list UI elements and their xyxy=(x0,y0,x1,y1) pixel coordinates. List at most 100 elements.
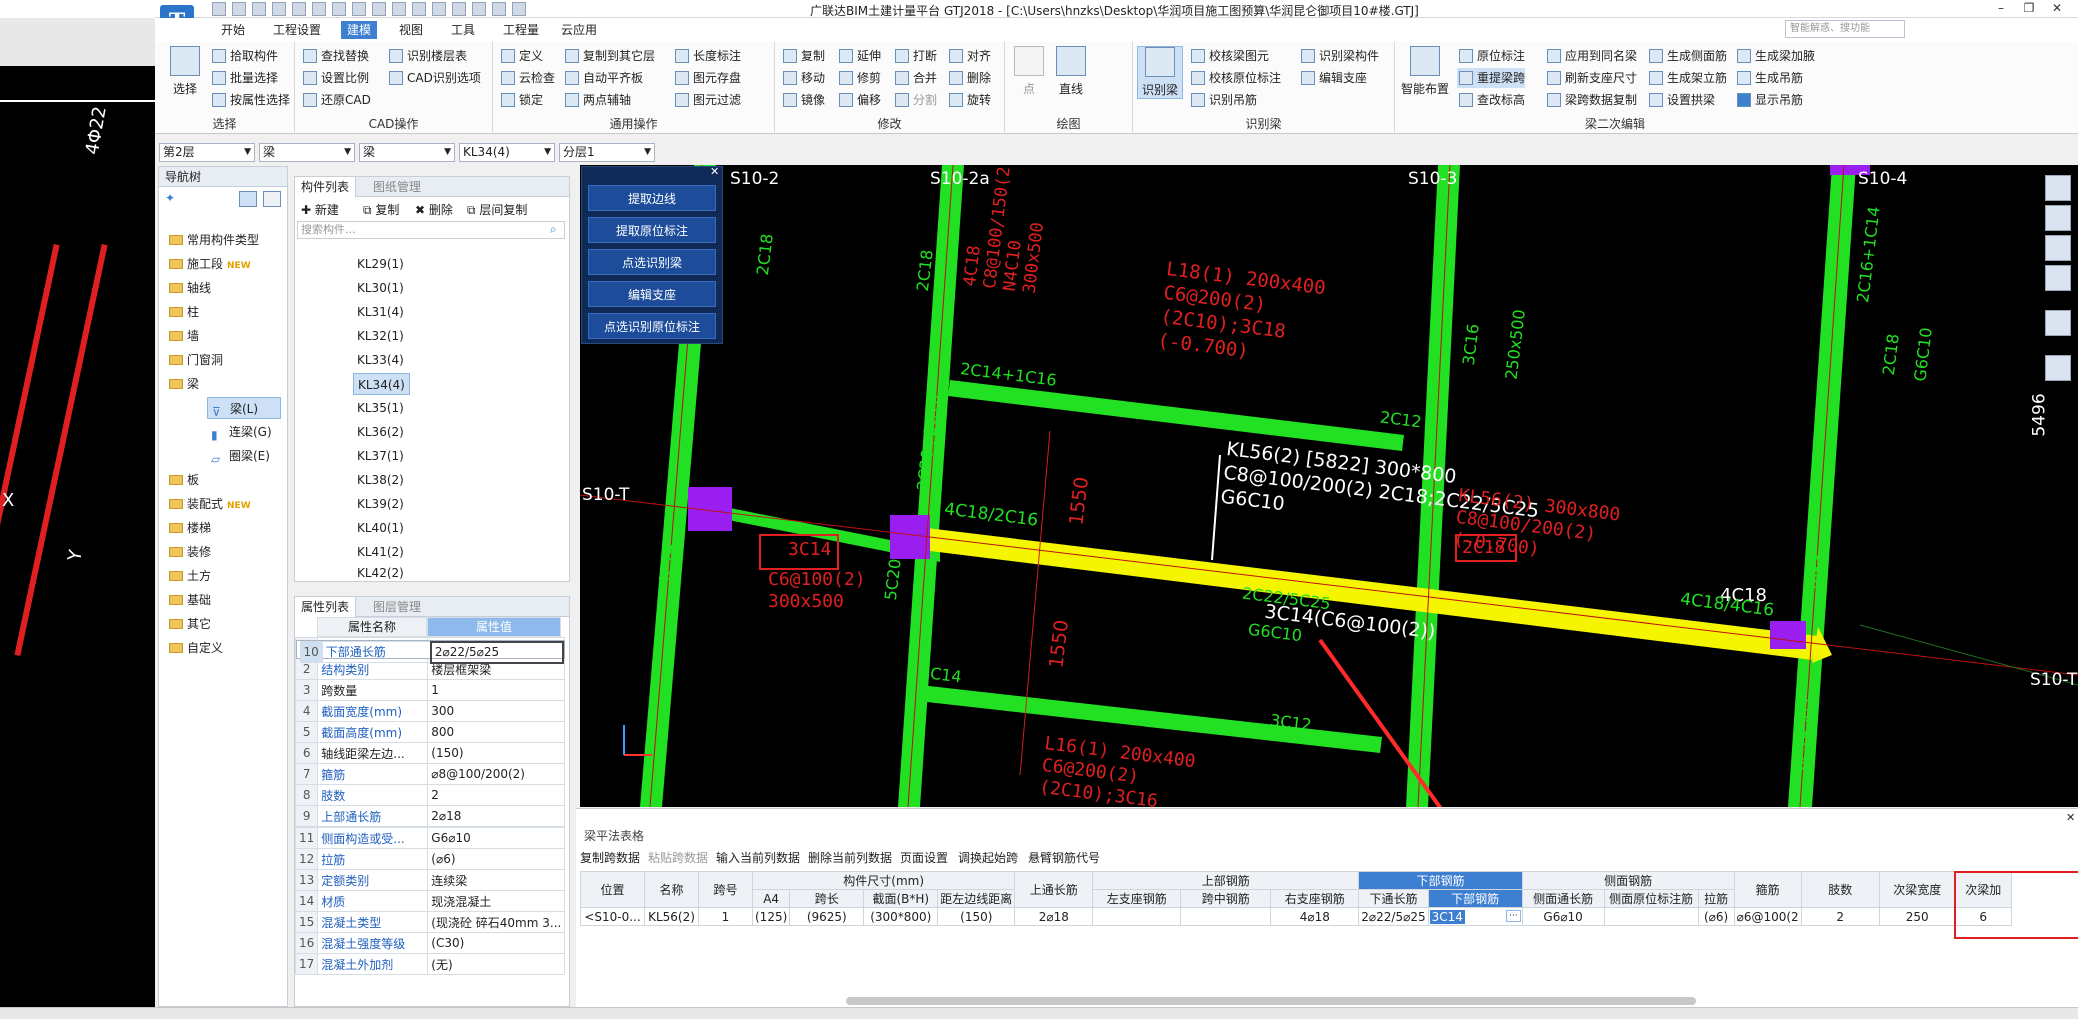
close-icon[interactable]: ✕ xyxy=(710,165,719,178)
cell-section[interactable]: (300*800) xyxy=(863,907,939,926)
tool9-icon[interactable] xyxy=(512,2,526,16)
save-icon[interactable] xyxy=(212,2,226,16)
nav-item-foundation[interactable]: 基础 xyxy=(167,589,211,611)
menu-tools[interactable]: 工具 xyxy=(445,21,481,39)
cell-left-distance[interactable]: (150) xyxy=(937,907,1016,926)
re-extract-span-button[interactable]: 重提梁跨 xyxy=(1457,68,1526,88)
copy-span-data-button[interactable]: 梁跨数据复制 xyxy=(1545,90,1637,110)
property-row[interactable]: 8 肢数 2 xyxy=(294,784,566,806)
nav-item-stairs[interactable]: 楼梯 xyxy=(167,517,211,539)
component-search-input[interactable]: 搜索构件... xyxy=(297,221,565,239)
delete-column-tool[interactable]: 删除当前列数据 xyxy=(808,849,892,866)
delete-button[interactable]: 删除 xyxy=(947,68,991,88)
auto-align-slab-button[interactable]: 自动平齐板 xyxy=(563,68,643,88)
offset-button[interactable]: 偏移 xyxy=(837,90,881,110)
nav-item-custom[interactable]: 自定义 xyxy=(167,637,223,659)
close-icon[interactable]: ✕ xyxy=(2066,811,2075,824)
save-element-button[interactable]: 图元存盘 xyxy=(673,68,741,88)
set-scale-button[interactable]: 设置比例 xyxy=(301,68,369,88)
property-value[interactable]: 2 xyxy=(427,784,566,806)
page-setup-tool[interactable]: 页面设置 xyxy=(900,849,948,866)
component-item[interactable]: KL32(1) xyxy=(353,325,408,347)
component-item[interactable]: KL37(1) xyxy=(353,445,408,467)
undo-icon[interactable] xyxy=(272,2,286,16)
nav-item-construction-stage[interactable]: 施工段 NEW xyxy=(167,253,251,275)
view-table-icon[interactable] xyxy=(2045,355,2071,381)
ellipsis-button[interactable]: ··· xyxy=(1506,909,1521,922)
show-hanger-checkbox[interactable]: 显示吊筋 xyxy=(1735,90,1803,110)
cell-secondary-beam-width[interactable]: 250 xyxy=(1878,907,1956,926)
cloud-check-button[interactable]: 云检查 xyxy=(499,68,555,88)
tool6-icon[interactable] xyxy=(452,2,466,16)
gen-hanger-button[interactable]: 生成吊筋 xyxy=(1735,68,1803,88)
component-item[interactable]: KL41(2) xyxy=(353,541,408,563)
component-item[interactable]: KL38(2) xyxy=(353,469,408,491)
click-identify-beam-button[interactable]: 点选识别梁 xyxy=(588,249,716,275)
cell-span-no[interactable]: 1 xyxy=(698,907,753,926)
property-value[interactable]: (现浇砼 碎石40mm 3... xyxy=(427,911,566,933)
tab-property-list[interactable]: 属性列表 xyxy=(295,597,357,617)
property-value[interactable]: (C30) xyxy=(427,932,566,954)
property-value[interactable]: 连续梁 xyxy=(427,869,566,891)
rotate-button[interactable]: 旋转 xyxy=(947,90,991,110)
floor-select[interactable]: 第2层 ▼ xyxy=(159,143,255,162)
sum-icon[interactable] xyxy=(312,2,326,16)
print-icon[interactable] xyxy=(332,2,346,16)
nav-item-common[interactable]: 常用构件类型 xyxy=(167,229,259,251)
find-replace-button[interactable]: 查找替换 xyxy=(301,46,369,66)
tool7-icon[interactable] xyxy=(472,2,486,16)
tab-component-list[interactable]: 构件列表 xyxy=(295,177,357,197)
property-value[interactable]: 2⌀22/5⌀25 xyxy=(429,640,564,664)
property-row[interactable]: 6 轴线距梁左边... (150) xyxy=(294,742,566,764)
property-value[interactable]: 1 xyxy=(427,679,566,701)
property-row[interactable]: 10 下部通长筋 2⌀22/5⌀25 xyxy=(295,639,565,664)
cell-position[interactable]: <S10-0... xyxy=(580,907,645,926)
trim-button[interactable]: 修剪 xyxy=(837,68,881,88)
check-elevation-button[interactable]: 查改标高 xyxy=(1457,90,1525,110)
cad-identify-options-button[interactable]: CAD识别选项 xyxy=(387,68,481,88)
smart-layout-button[interactable]: 智能布置 xyxy=(1399,46,1451,97)
element-filter-button[interactable]: 图元过滤 xyxy=(673,90,741,110)
property-row[interactable]: 9 上部通长筋 2⌀18 xyxy=(294,805,566,827)
property-row[interactable]: 16 混凝土强度等级 (C30) xyxy=(294,932,566,954)
cell-bottom-through-bar[interactable]: 2⌀22/5⌀25 xyxy=(1358,907,1429,926)
component-item[interactable]: KL40(1) xyxy=(353,517,408,539)
check-in-situ-note-button[interactable]: 校核原位标注 xyxy=(1189,68,1281,88)
cell-side-in-situ-bar[interactable] xyxy=(1603,907,1699,926)
help-search-input[interactable]: 智能解惑、搜功能 xyxy=(1785,20,1905,38)
component-item[interactable]: KL36(2) xyxy=(353,421,408,443)
component-item[interactable]: KL31(4) xyxy=(353,301,408,323)
extract-edge-button[interactable]: 提取边线 xyxy=(588,185,716,211)
copy-to-other-floor-button[interactable]: 复制到其它层 xyxy=(563,46,655,66)
open-icon[interactable] xyxy=(232,2,246,16)
point-button[interactable]: 点 xyxy=(1009,46,1049,97)
component-item-selected[interactable]: KL34(4) xyxy=(353,373,410,395)
extract-in-situ-note-button[interactable]: 提取原位标注 xyxy=(588,217,716,243)
select-by-property-button[interactable]: 按属性选择 xyxy=(210,90,290,110)
gen-erection-bar-button[interactable]: 生成架立筋 xyxy=(1647,68,1727,88)
nav-item-axis[interactable]: 轴线 xyxy=(167,277,211,299)
property-value[interactable]: ⌀8@100/200(2) xyxy=(427,763,566,785)
property-value[interactable]: 300 xyxy=(427,700,566,722)
copy-span-data-tool[interactable]: 复制跨数据 xyxy=(580,849,640,866)
tool3-icon[interactable] xyxy=(392,2,406,16)
in-situ-note-button[interactable]: 原位标注 xyxy=(1457,46,1525,66)
property-row[interactable]: 5 截面高度(mm) 800 xyxy=(294,721,566,743)
nav-sub-coupling-beam[interactable]: ▮ 连梁(G) xyxy=(207,421,272,443)
identify-hanger-button[interactable]: 识别吊筋 xyxy=(1189,90,1257,110)
check-beam-element-button[interactable]: 校核梁图元 xyxy=(1189,46,1269,66)
cell-side-through-bar[interactable]: G6⌀10 xyxy=(1521,907,1605,926)
property-value[interactable]: (150) xyxy=(427,742,566,764)
edit-support-float-button[interactable]: 编辑支座 xyxy=(588,281,716,307)
view-front-icon[interactable] xyxy=(2045,235,2071,261)
break-button[interactable]: 打断 xyxy=(893,46,937,66)
cell-span-length[interactable]: (9625) xyxy=(789,907,865,926)
close-button[interactable]: ✕ xyxy=(2044,0,2070,17)
input-column-tool[interactable]: 输入当前列数据 xyxy=(716,849,800,866)
nav-item-column[interactable]: 柱 xyxy=(167,301,199,323)
tool2-icon[interactable] xyxy=(372,2,386,16)
restore-cad-button[interactable]: 还原CAD xyxy=(301,90,371,110)
line-button[interactable]: 直线 xyxy=(1051,46,1091,97)
expand-icon[interactable]: ✦ xyxy=(165,191,175,205)
extend-button[interactable]: 延伸 xyxy=(837,46,881,66)
